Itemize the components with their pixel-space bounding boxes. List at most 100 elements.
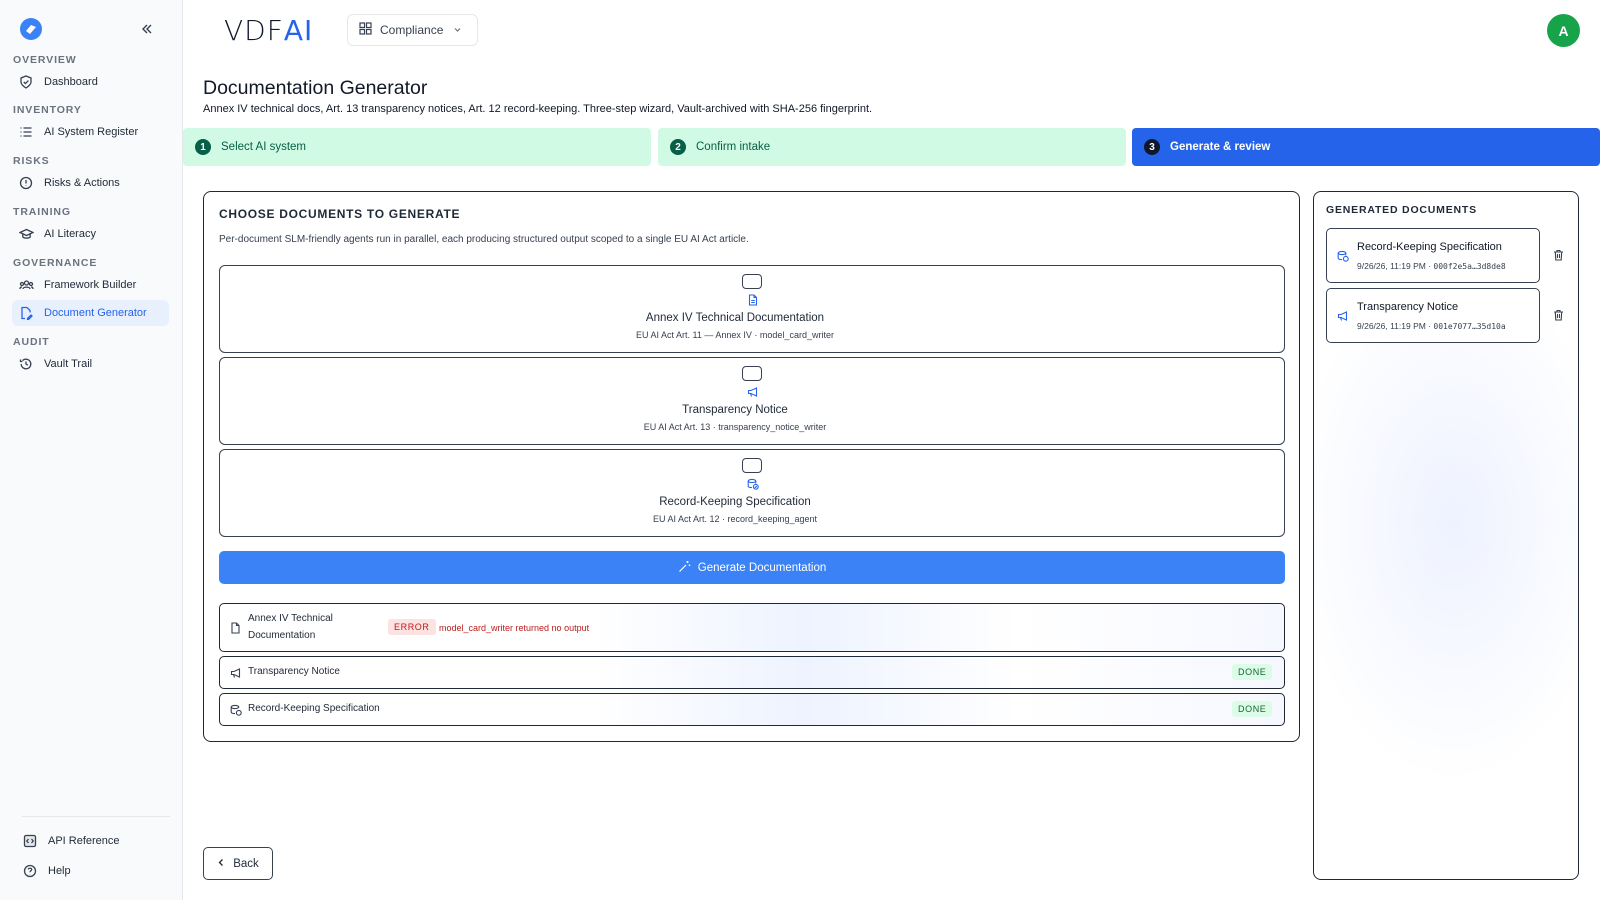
section-overview: OVERVIEW — [13, 54, 77, 66]
generated-document-meta: 9/26/26, 11:19 PM · 000f2e5a…3d8de8 — [1357, 261, 1506, 271]
sidebar-divider — [22, 816, 170, 817]
help-circle-icon — [22, 863, 38, 879]
checkbox[interactable] — [742, 274, 762, 289]
trash-icon[interactable] — [1551, 308, 1565, 322]
step-number: 2 — [670, 139, 686, 155]
generated-document-item[interactable]: Record-Keeping Specification 9/26/26, 11… — [1326, 228, 1540, 283]
sidebar-item-ai-system-register[interactable]: AI System Register — [12, 119, 169, 145]
status-badge-done: DONE — [1232, 664, 1273, 680]
graduation-cap-icon — [18, 226, 34, 242]
checkbox[interactable] — [742, 458, 762, 473]
database-check-icon — [746, 477, 760, 491]
choose-documents-card: CHOOSE DOCUMENTS TO GENERATE Per-documen… — [203, 191, 1300, 742]
file-edit-icon — [18, 305, 34, 321]
generated-document-date: 9/26/26, 11:19 PM — [1357, 321, 1426, 331]
magic-wand-icon — [678, 560, 691, 576]
user-avatar[interactable]: A — [1547, 14, 1580, 47]
list-icon — [18, 124, 34, 140]
sidebar-item-label: Vault Trail — [44, 358, 93, 370]
workspace-switcher[interactable]: Compliance — [347, 14, 478, 46]
sidebar-item-framework-builder[interactable]: Framework Builder — [12, 272, 169, 298]
brand-logo[interactable]: VDFAI — [224, 14, 313, 47]
doc-option-transparency-notice[interactable]: Transparency Notice EU AI Act Art. 13 · … — [219, 357, 1285, 445]
sidebar-item-label: API Reference — [48, 835, 120, 847]
section-audit: AUDIT — [13, 336, 50, 348]
megaphone-icon — [746, 385, 760, 399]
back-button[interactable]: Back — [203, 847, 273, 880]
generate-documentation-label: Generate Documentation — [697, 561, 827, 574]
page-title: Documentation Generator — [203, 77, 428, 99]
result-row-annex-iv: Annex IV Technical Documentation ERROR mo… — [219, 603, 1285, 652]
generated-document-item[interactable]: Transparency Notice 9/26/26, 11:19 PM · … — [1326, 288, 1540, 343]
step-label: Generate & review — [1170, 141, 1271, 153]
generated-document-hash: 000f2e5a…3d8de8 — [1433, 262, 1506, 271]
step-confirm-intake[interactable]: 2 Confirm intake — [658, 128, 1126, 166]
sidebar-item-label: Framework Builder — [44, 279, 137, 291]
sidebar-item-label: AI Literacy — [44, 228, 96, 240]
sidebar-item-risks-actions[interactable]: Risks & Actions — [12, 170, 169, 196]
status-badge-done: DONE — [1232, 701, 1273, 717]
app-logo-icon[interactable] — [19, 17, 43, 41]
section-training: TRAINING — [13, 206, 71, 218]
generate-documentation-button[interactable]: Generate Documentation — [219, 551, 1285, 584]
brand-accent: AI — [283, 14, 314, 47]
sidebar-item-document-generator[interactable]: Document Generator — [12, 300, 169, 326]
megaphone-icon — [229, 666, 242, 679]
sidebar-item-label: Help — [48, 865, 71, 877]
result-label: Annex IV Technical Documentation — [248, 610, 333, 644]
workspace-label: Compliance — [380, 23, 444, 37]
database-check-icon — [229, 703, 242, 716]
checkbox[interactable] — [742, 366, 762, 381]
sidebar-item-ai-literacy[interactable]: AI Literacy — [12, 221, 169, 247]
database-check-icon — [1336, 249, 1349, 262]
doc-option-annex-iv[interactable]: Annex IV Technical Documentation EU AI A… — [219, 265, 1285, 353]
sidebar-item-label: AI System Register — [44, 126, 139, 138]
page-subtitle: Annex IV technical docs, Art. 13 transpa… — [203, 103, 873, 115]
section-inventory: INVENTORY — [13, 104, 82, 116]
alert-circle-icon — [18, 175, 34, 191]
step-label: Confirm intake — [696, 141, 771, 153]
sidebar: OVERVIEW Dashboard INVENTORY AI System R… — [0, 0, 183, 900]
doc-option-subtitle: EU AI Act Art. 11 — Annex IV · model_car… — [636, 330, 834, 340]
result-label: Transparency Notice — [248, 666, 340, 677]
sidebar-item-dashboard[interactable]: Dashboard — [12, 69, 169, 95]
result-label-line2: Documentation — [248, 630, 316, 641]
chevron-down-icon — [453, 23, 462, 37]
sidebar-item-vault-trail[interactable]: Vault Trail — [12, 351, 169, 377]
doc-option-title: Record-Keeping Specification — [659, 496, 811, 508]
section-risks: RISKS — [13, 155, 50, 167]
generated-documents-heading: GENERATED DOCUMENTS — [1326, 204, 1477, 216]
step-select-ai-system[interactable]: 1 Select AI system — [183, 128, 651, 166]
history-icon — [18, 356, 34, 372]
step-label: Select AI system — [221, 141, 307, 153]
step-generate-review[interactable]: 3 Generate & review — [1132, 128, 1600, 166]
generated-document-meta: 9/26/26, 11:19 PM · 001e7077…35d10a — [1357, 321, 1506, 331]
section-governance: GOVERNANCE — [13, 257, 98, 269]
sidebar-item-label: Risks & Actions — [44, 177, 120, 189]
sidebar-item-label: Document Generator — [44, 307, 147, 319]
megaphone-icon — [1336, 309, 1349, 322]
brand-name: VDF — [224, 14, 284, 47]
generated-document-date: 9/26/26, 11:19 PM — [1357, 261, 1426, 271]
error-message: model_card_writer returned no output — [439, 623, 590, 633]
doc-option-record-keeping[interactable]: Record-Keeping Specification EU AI Act A… — [219, 449, 1285, 537]
doc-option-subtitle: EU AI Act Art. 12 · record_keeping_agent — [652, 514, 818, 524]
generated-document-title: Record-Keeping Specification — [1357, 241, 1502, 253]
collapse-sidebar-icon[interactable] — [138, 20, 156, 38]
sidebar-item-label: Dashboard — [44, 76, 98, 88]
step-number: 3 — [1144, 139, 1160, 155]
shield-check-icon — [18, 74, 34, 90]
generated-document-title: Transparency Notice — [1357, 301, 1459, 313]
doc-option-title: Annex IV Technical Documentation — [645, 312, 825, 324]
result-label-line1: Annex IV Technical — [248, 613, 333, 624]
chevron-left-icon — [217, 858, 225, 870]
step-number: 1 — [195, 139, 211, 155]
code-box-icon — [22, 833, 38, 849]
sidebar-item-api-reference[interactable]: API Reference — [22, 829, 120, 853]
trash-icon[interactable] — [1551, 248, 1565, 262]
doc-option-subtitle: EU AI Act Art. 13 · transparency_notice_… — [643, 422, 827, 432]
sidebar-item-help[interactable]: Help — [22, 859, 71, 883]
doc-option-title: Transparency Notice — [682, 404, 788, 416]
back-label: Back — [233, 857, 259, 870]
users-icon — [18, 277, 34, 293]
